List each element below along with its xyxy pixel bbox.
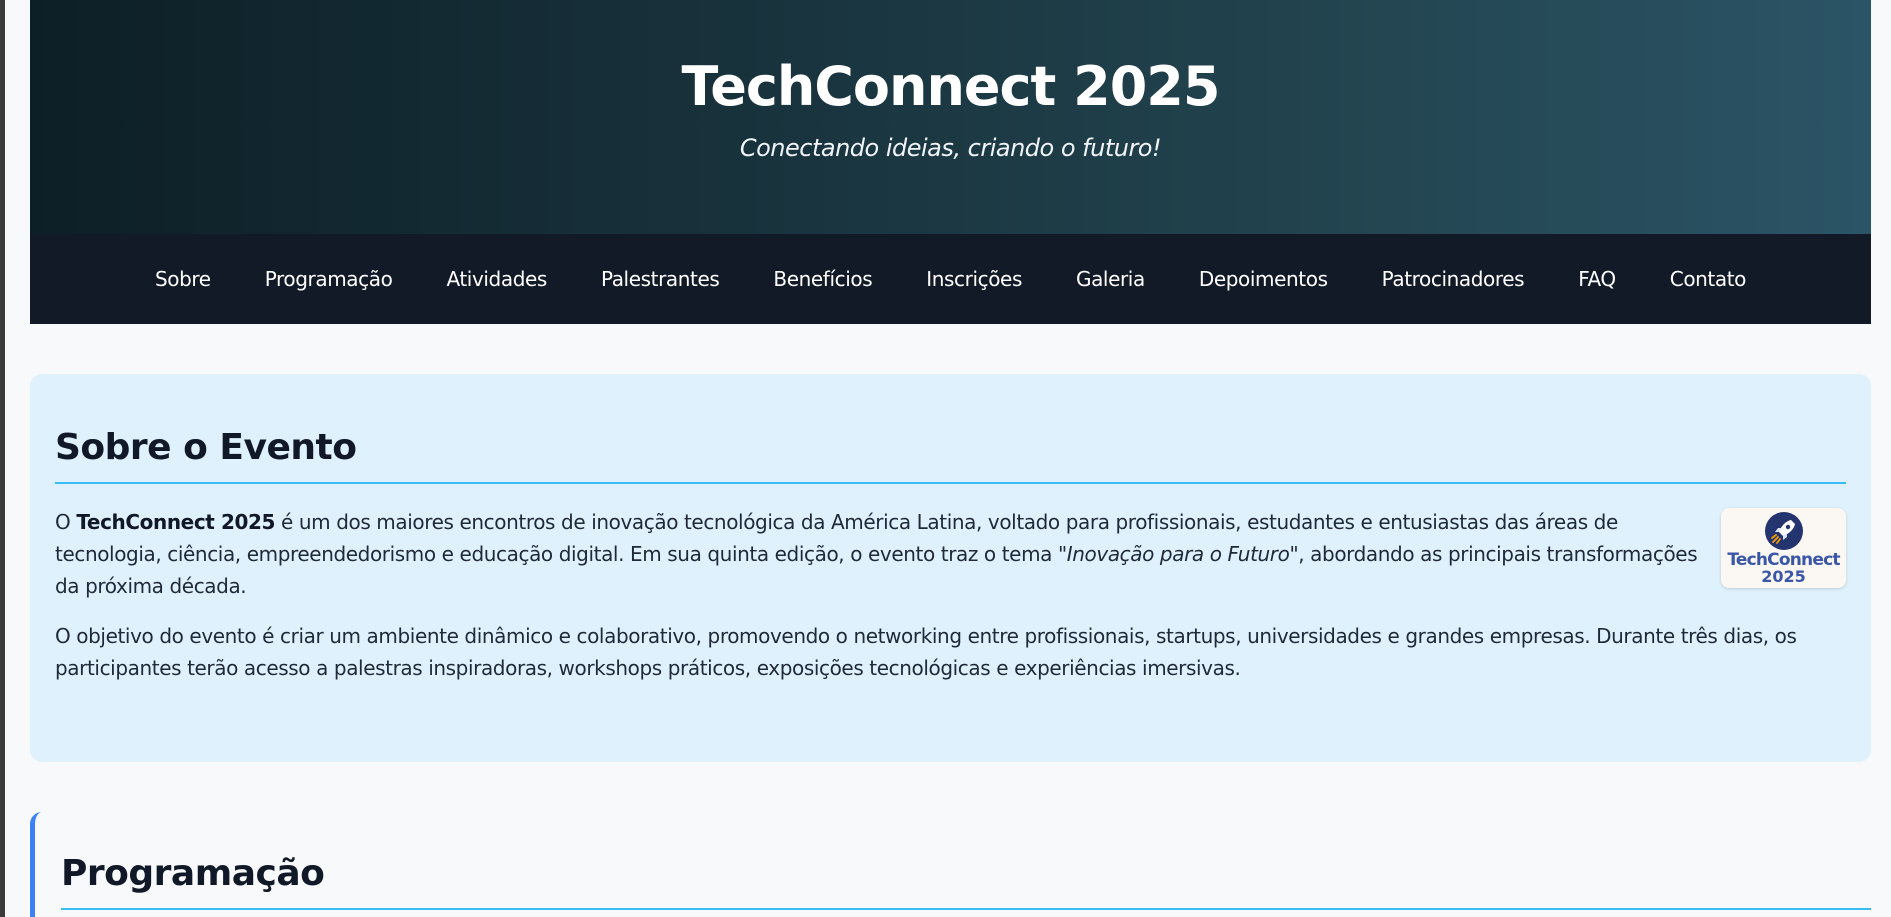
hero-header: TechConnect 2025 Conectando ideias, cria…	[30, 0, 1871, 234]
page-title: TechConnect 2025	[681, 55, 1221, 118]
nav-item-faq[interactable]: FAQ	[1578, 267, 1616, 291]
nav-item-sobre[interactable]: Sobre	[155, 267, 211, 291]
nav-item-patrocinadores[interactable]: Patrocinadores	[1382, 267, 1525, 291]
nav-item-inscricoes[interactable]: Inscrições	[926, 267, 1022, 291]
about-title: Sobre o Evento	[55, 428, 1846, 484]
event-logo: TechConnect 2025	[1721, 508, 1846, 588]
main-nav: Sobre Programação Atividades Palestrante…	[30, 234, 1871, 324]
nav-item-contato[interactable]: Contato	[1670, 267, 1747, 291]
about-section: Sobre o Evento TechConnect 2025 O TechCo…	[30, 374, 1871, 762]
about-p1-theme: "Inovação para o Futuro"	[1057, 542, 1299, 566]
rocket-icon	[1764, 512, 1803, 550]
about-body: TechConnect 2025 O TechConnect 2025 é um…	[55, 506, 1846, 684]
page-gutter	[1871, 0, 1891, 917]
nav-item-programacao[interactable]: Programação	[265, 267, 393, 291]
about-p1-prefix: O	[55, 510, 77, 534]
logo-year: 2025	[1761, 567, 1806, 586]
about-p1-brand: TechConnect 2025	[76, 510, 276, 534]
nav-item-palestrantes[interactable]: Palestrantes	[601, 267, 720, 291]
about-paragraph-1: O TechConnect 2025 é um dos maiores enco…	[55, 506, 1705, 602]
nav-item-atividades[interactable]: Atividades	[446, 267, 547, 291]
nav-item-depoimentos[interactable]: Depoimentos	[1199, 267, 1328, 291]
page: TechConnect 2025 Conectando ideias, cria…	[30, 0, 1871, 917]
window-edge	[0, 0, 5, 917]
nav-item-beneficios[interactable]: Benefícios	[773, 267, 872, 291]
page-subtitle: Conectando ideias, criando o futuro!	[739, 134, 1162, 162]
schedule-section: Programação	[30, 812, 1871, 917]
about-paragraph-2: O objetivo do evento é criar um ambiente…	[55, 624, 1797, 680]
nav-item-galeria[interactable]: Galeria	[1076, 267, 1145, 291]
schedule-title: Programação	[61, 854, 1871, 910]
